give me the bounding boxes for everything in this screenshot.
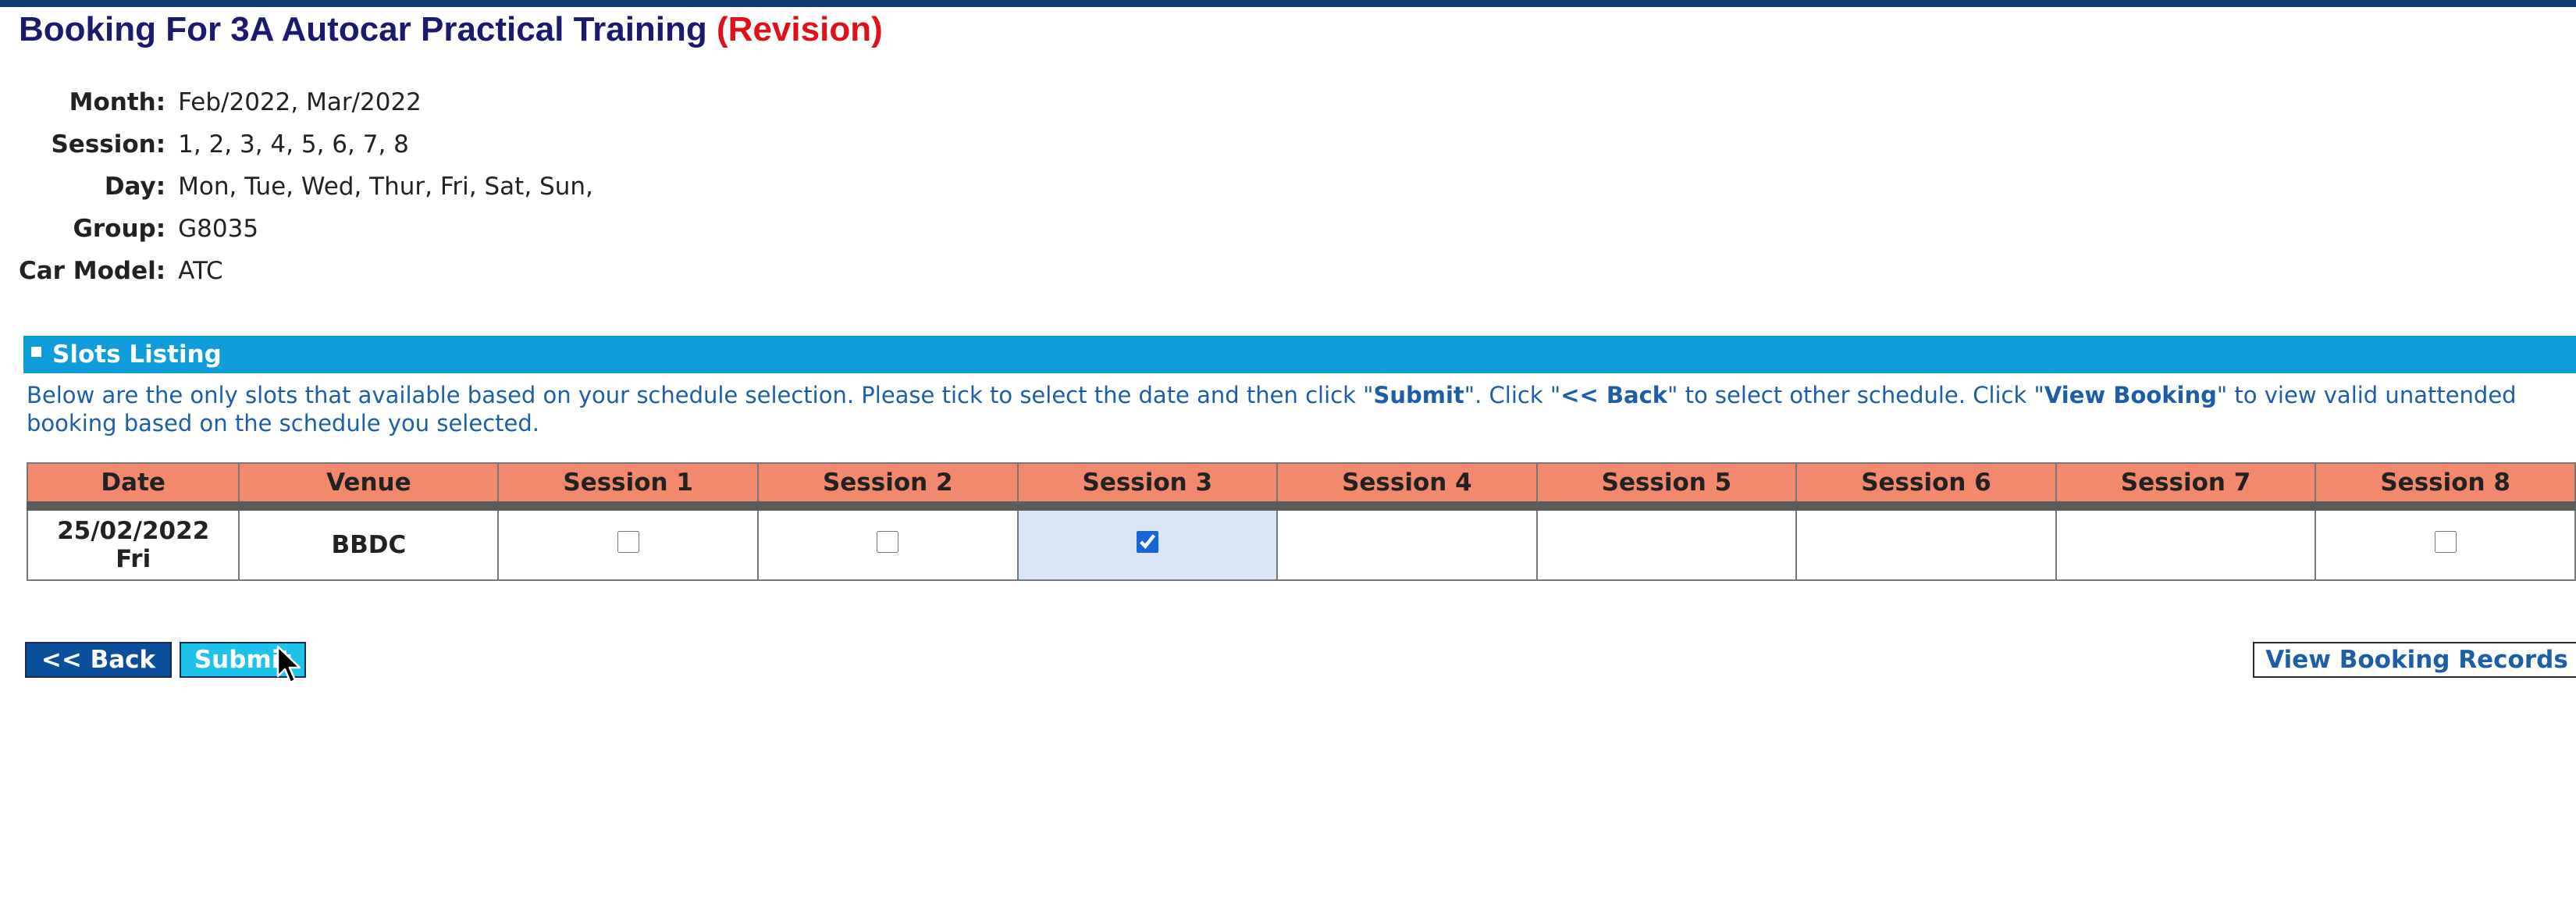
back-button[interactable]: << Back xyxy=(25,642,172,678)
view-booking-records-button[interactable]: View Booking Records xyxy=(2253,642,2576,678)
column-header-venue: Venue xyxy=(238,462,500,511)
column-header-session-3: Session 3 xyxy=(1016,462,1279,511)
info-row-day: Day: Mon, Tue, Wed, Thur, Fri, Sat, Sun, xyxy=(19,166,593,208)
info-row-month: Month: Feb/2022, Mar/2022 xyxy=(19,81,593,123)
day-label: Day: xyxy=(104,173,166,201)
column-header-session-1: Session 1 xyxy=(497,462,759,511)
month-value: Feb/2022, Mar/2022 xyxy=(178,88,422,116)
group-value: G8035 xyxy=(178,215,259,243)
column-header-session-7: Session 7 xyxy=(2055,462,2317,511)
column-header-session-4: Session 4 xyxy=(1276,462,1538,511)
session-label: Session: xyxy=(51,130,166,159)
top-accent-bar xyxy=(0,0,2576,7)
session-7-cell xyxy=(2055,505,2317,581)
column-header-session-6: Session 6 xyxy=(1795,462,2057,511)
revision-label: (Revision) xyxy=(717,10,883,48)
page-title-main: Booking For 3A Autocar Practical Trainin… xyxy=(19,10,707,48)
instructions-text-1: Below are the only slots that available … xyxy=(27,382,1374,408)
page-title: Booking For 3A Autocar Practical Trainin… xyxy=(19,8,883,52)
slots-listing-title: Slots Listing xyxy=(52,340,222,369)
square-bullet-icon xyxy=(31,347,41,357)
instructions-text-2: ". Click " xyxy=(1464,382,1561,408)
session-8-cell xyxy=(2314,505,2576,581)
info-row-group: Group: G8035 xyxy=(19,208,593,250)
table-row: 25/02/2022 Fri BBDC xyxy=(26,505,2576,581)
day-value: Mon, Tue, Wed, Thur, Fri, Sat, Sun, xyxy=(178,173,593,201)
session-5-cell xyxy=(1535,505,1798,581)
slots-table: Date Venue Session 1 Session 2 Session 3… xyxy=(26,462,2576,581)
instructions-back-emphasis: << Back xyxy=(1560,382,1668,408)
month-label: Month: xyxy=(69,88,166,116)
session-3-checkbox[interactable] xyxy=(1136,531,1158,553)
slot-date: 25/02/2022 xyxy=(57,517,210,545)
instructions-submit-emphasis: Submit xyxy=(1373,382,1464,408)
car-model-value: ATC xyxy=(178,257,223,285)
slots-listing-header: Slots Listing xyxy=(23,336,2576,373)
session-value: 1, 2, 3, 4, 5, 6, 7, 8 xyxy=(178,130,409,159)
submit-button[interactable]: Submit xyxy=(180,642,306,678)
instructions-text-3: " to select other schedule. Click " xyxy=(1667,382,2044,408)
column-header-session-8: Session 8 xyxy=(2314,462,2576,511)
session-1-checkbox[interactable] xyxy=(617,531,639,553)
slot-venue: BBDC xyxy=(238,505,500,581)
group-label: Group: xyxy=(73,215,166,243)
instructions-view-booking-emphasis: View Booking xyxy=(2044,382,2217,408)
session-8-checkbox[interactable] xyxy=(2434,531,2457,553)
column-header-session-2: Session 2 xyxy=(756,462,1019,511)
car-model-label: Car Model: xyxy=(19,257,166,285)
slots-table-header-row: Date Venue Session 1 Session 2 Session 3… xyxy=(26,462,2576,511)
session-6-cell xyxy=(1795,505,2057,581)
slot-weekday: Fri xyxy=(116,545,151,573)
booking-info-summary: Month: Feb/2022, Mar/2022 Session: 1, 2,… xyxy=(19,81,593,292)
info-row-session: Session: 1, 2, 3, 4, 5, 6, 7, 8 xyxy=(19,123,593,166)
session-2-cell xyxy=(756,505,1019,581)
column-header-date: Date xyxy=(26,462,240,511)
column-header-session-5: Session 5 xyxy=(1535,462,1798,511)
session-3-cell xyxy=(1016,505,1279,581)
session-4-cell xyxy=(1276,505,1538,581)
session-1-cell xyxy=(497,505,759,581)
slots-instructions: Below are the only slots that available … xyxy=(27,381,2556,437)
session-2-checkbox[interactable] xyxy=(877,531,899,553)
slot-date-cell: 25/02/2022 Fri xyxy=(26,505,240,581)
info-row-car-model: Car Model: ATC xyxy=(19,250,593,292)
